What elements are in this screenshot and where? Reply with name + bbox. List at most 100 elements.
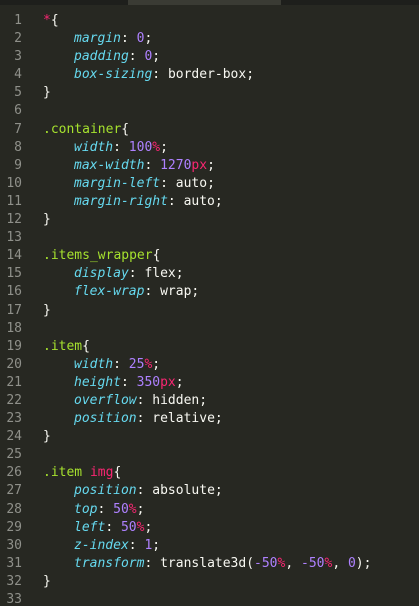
code-line[interactable]: 1 *{: [0, 12, 419, 30]
line-text: }: [43, 573, 51, 591]
token-prop: width: [74, 139, 114, 155]
token-selector: .item: [43, 338, 83, 354]
token-prop: max-width: [74, 157, 145, 173]
token-punc: ;: [136, 501, 145, 517]
token-punc: :: [128, 266, 145, 282]
token-punc: ;: [214, 483, 223, 499]
token-punc: :: [144, 157, 161, 173]
token-punc: );: [355, 555, 372, 571]
code-line[interactable]: 11 margin-right: auto;: [0, 193, 419, 211]
line-number: 28: [6, 501, 22, 517]
token-prop: position: [74, 483, 137, 499]
line-number: 8: [14, 139, 22, 155]
code-line[interactable]: 21 height: 350px;: [0, 374, 419, 392]
line-text: margin-left: auto;: [43, 175, 215, 193]
code-line[interactable]: 17}: [0, 302, 419, 320]
line-number: 6: [14, 103, 22, 119]
token-punc: :: [97, 501, 114, 517]
line-number: 25: [6, 447, 22, 463]
code-line[interactable]: 23 position: relative;: [0, 410, 419, 428]
code-line[interactable]: 8 width: 100%;: [0, 139, 419, 157]
token-punc: ;: [160, 139, 168, 155]
code-line[interactable]: 3 padding: 0;: [0, 48, 419, 66]
token-num: 25: [128, 356, 145, 372]
line-number: 14: [6, 248, 22, 264]
line-text: display: flex;: [43, 265, 184, 283]
active-tab[interactable]: [128, 0, 281, 5]
code-line[interactable]: 33: [0, 591, 419, 606]
token-prop: top: [74, 501, 98, 517]
token-value: flex: [144, 266, 176, 282]
token-punc: ;: [246, 67, 255, 83]
line-text: padding: 0;: [43, 48, 160, 66]
token-selector: .items_wrapper: [43, 248, 153, 264]
line-text: margin-right: auto;: [43, 193, 223, 211]
code-line[interactable]: 24}: [0, 428, 419, 446]
code-line[interactable]: 27 position: absolute;: [0, 482, 419, 500]
code-line[interactable]: 16 flex-wrap: wrap;: [0, 283, 419, 301]
token-punc: ;: [175, 266, 184, 282]
line-text: .container{: [43, 121, 129, 139]
code-line[interactable]: 14 .items_wrapper{: [0, 247, 419, 265]
code-line[interactable]: 30 z-index: 1;: [0, 537, 419, 555]
token-num: 1270: [160, 157, 192, 173]
token-unit: %: [128, 501, 137, 517]
token-punc: ;: [152, 49, 161, 65]
code-line[interactable]: 4 box-sizing: border-box;: [0, 66, 419, 84]
token-prop: margin-left: [74, 175, 161, 191]
code-line[interactable]: 22 overflow: hidden;: [0, 392, 419, 410]
token-punc: }: [43, 212, 51, 228]
code-line[interactable]: 18: [0, 320, 419, 338]
code-line[interactable]: 32}: [0, 573, 419, 591]
code-line[interactable]: 20 width: 25%;: [0, 356, 419, 374]
token-num: 100: [128, 139, 153, 155]
code-line[interactable]: 9 max-width: 1270px;: [0, 157, 419, 175]
token-punc: ;: [191, 284, 200, 300]
code-line[interactable]: 10 margin-left: auto;: [0, 175, 419, 193]
token-punc: {: [152, 248, 161, 264]
line-text: .items_wrapper{: [43, 247, 160, 265]
code-line[interactable]: 29 left: 50%;: [0, 519, 419, 537]
code-line[interactable]: 31 transform: translate3d(-50%, -50%, 0);: [0, 555, 419, 573]
line-number: 9: [14, 157, 22, 173]
code-line[interactable]: 5}: [0, 84, 419, 102]
code-area[interactable]: 1 *{2 margin: 0; 3 padding: 0; 4 box-sizing: b…: [0, 12, 419, 606]
token-selector: .item: [43, 465, 83, 481]
token-prop: width: [74, 356, 114, 372]
code-line[interactable]: 15 display: flex;: [0, 265, 419, 283]
token-punc: ;: [175, 374, 184, 390]
token-punc: :: [105, 519, 121, 535]
token-punc: ;: [214, 193, 223, 209]
token-punc: }: [43, 85, 51, 101]
token-value: relative: [152, 411, 215, 427]
code-line[interactable]: 12}: [0, 211, 419, 229]
line-number: 21: [6, 374, 22, 390]
token-prop: flex-wrap: [74, 284, 145, 300]
token-prop: padding: [74, 49, 129, 65]
token-num: 0: [347, 555, 356, 571]
code-line[interactable]: 19 .item{: [0, 338, 419, 356]
code-line[interactable]: 7 .container{: [0, 121, 419, 139]
line-text: }: [43, 211, 51, 229]
token-punc: {: [50, 13, 59, 28]
token-star: *: [43, 13, 51, 28]
code-line[interactable]: 28 top: 50%;: [0, 501, 419, 519]
code-editor[interactable]: 1 *{2 margin: 0; 3 padding: 0; 4 box-sizing: b…: [0, 0, 419, 606]
code-line[interactable]: 26 .item img{: [0, 464, 419, 482]
token-prop: left: [74, 519, 106, 535]
token-punc: {: [82, 338, 90, 354]
token-punc: }: [43, 573, 51, 589]
token-prop: height: [74, 374, 121, 390]
code-line[interactable]: 25: [0, 446, 419, 464]
token-punc: ;: [214, 411, 223, 427]
token-punc: :: [144, 555, 161, 571]
token-punc: :: [136, 411, 153, 427]
code-line[interactable]: 2 margin: 0;: [0, 30, 419, 48]
token-punc: :: [113, 139, 129, 155]
token-punc: :: [136, 392, 153, 408]
line-text: .item{: [43, 338, 90, 356]
code-line[interactable]: 13: [0, 229, 419, 247]
token-prop: overflow: [74, 392, 137, 408]
code-line[interactable]: 6: [0, 102, 419, 120]
token-punc: :: [152, 67, 168, 83]
